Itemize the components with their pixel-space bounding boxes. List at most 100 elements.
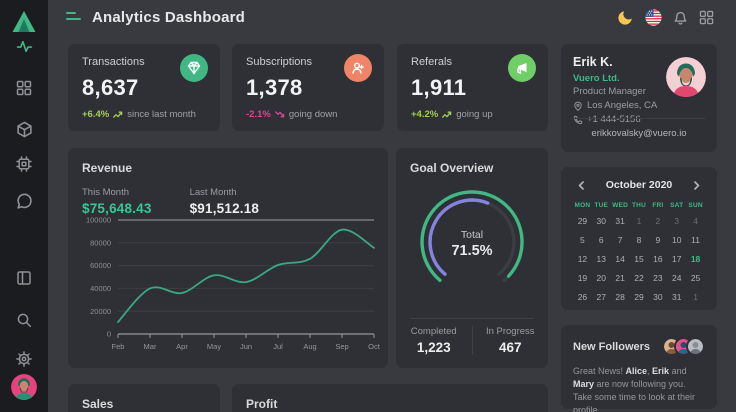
calendar-day[interactable]: 2 [648, 214, 667, 228]
calendar-day[interactable]: 3 [667, 214, 686, 228]
calendar-day[interactable]: 14 [611, 252, 630, 266]
calendar-day[interactable]: 1 [630, 214, 649, 228]
calendar-day[interactable]: 27 [592, 290, 611, 304]
analytics-dashboard-app: Analytics Dashboard Transactions [0, 0, 736, 412]
calendar-day[interactable]: 26 [573, 290, 592, 304]
map-pin-icon [573, 101, 583, 111]
calendar-next-icon[interactable] [689, 177, 705, 193]
calendar-day[interactable]: 22 [630, 271, 649, 285]
calendar-day[interactable]: 29 [573, 214, 592, 228]
calendar-day[interactable]: 15 [630, 252, 649, 266]
in-progress-value: 467 [473, 340, 549, 355]
profile-phone: +1 444-5156 [573, 114, 705, 125]
calendar-day[interactable]: 23 [648, 271, 667, 285]
revenue-line-chart: 020000400006000080000100000FebMarAprMayJ… [72, 210, 384, 362]
us-flag-icon[interactable] [644, 8, 662, 26]
calendar-day[interactable]: 20 [592, 271, 611, 285]
last-month-label: Last Month [190, 187, 260, 198]
gear-icon[interactable] [0, 349, 48, 369]
calendar-day[interactable]: 8 [630, 233, 649, 247]
calendar-weekday: TUE [592, 202, 611, 209]
stat-trend: +4.2% going up [411, 109, 534, 120]
new-followers-card: New Followers Great News! Alice, Erik an… [561, 325, 717, 409]
calendar-day[interactable]: 9 [648, 233, 667, 247]
calendar-day[interactable]: 11 [686, 233, 705, 247]
megaphone-icon [508, 54, 536, 82]
bell-icon[interactable] [671, 8, 689, 26]
svg-text:100000: 100000 [86, 216, 111, 225]
cpu-icon[interactable] [0, 154, 48, 174]
calendar-day[interactable]: 30 [592, 214, 611, 228]
svg-text:Jun: Jun [240, 342, 252, 351]
calendar-day[interactable]: 18 [686, 252, 705, 266]
follower-avatar[interactable] [686, 337, 705, 356]
calendar-day[interactable]: 12 [573, 252, 592, 266]
gauge-center-label: Total [461, 229, 483, 241]
svg-text:20000: 20000 [90, 307, 111, 316]
svg-text:Aug: Aug [303, 342, 316, 351]
goal-overview-card: Goal Overview Total 71.5% Completed 1,22… [396, 148, 548, 368]
page-title: Analytics Dashboard [92, 9, 245, 26]
referals-card: Referals 1,911 +4.2% going up [397, 44, 548, 131]
calendar-weekday: SAT [667, 202, 686, 209]
gem-icon [180, 54, 208, 82]
svg-text:May: May [207, 342, 221, 351]
profile-avatar[interactable] [666, 57, 706, 97]
goal-title: Goal Overview [410, 161, 534, 175]
calendar-day[interactable]: 6 [592, 233, 611, 247]
subscriptions-card: Subscriptions 1,378 -2.1% going down [232, 44, 384, 131]
svg-text:0: 0 [107, 330, 111, 339]
activity-icon[interactable] [0, 36, 48, 56]
box-icon[interactable] [0, 119, 48, 139]
calendar-day[interactable]: 1 [686, 290, 705, 304]
svg-text:Sep: Sep [335, 342, 348, 351]
profit-card: Profit [232, 384, 548, 412]
search-icon[interactable] [0, 310, 48, 330]
calendar-day[interactable]: 25 [686, 271, 705, 285]
in-progress-label: In Progress [473, 326, 549, 337]
profit-title: Profit [246, 397, 534, 411]
followers-message: Great News! Alice, Erik and Mary are now… [573, 365, 705, 412]
calendar-weekday: MON [573, 202, 592, 209]
calendar-day[interactable]: 10 [667, 233, 686, 247]
followers-title: New Followers [573, 341, 650, 353]
gauge-center-value: 71.5% [451, 243, 492, 259]
calendar-day[interactable]: 13 [592, 252, 611, 266]
calendar-day[interactable]: 31 [611, 214, 630, 228]
calendar-weekday: SUN [686, 202, 705, 209]
svg-text:40000: 40000 [90, 284, 111, 293]
goal-gauge-chart: Total 71.5% [402, 176, 542, 308]
svg-text:Apr: Apr [176, 342, 188, 351]
profile-email: erikkovalsky@vuero.io [561, 128, 717, 139]
trend-up-icon [442, 110, 452, 119]
goal-footer: Completed 1,223 In Progress 467 [396, 326, 548, 355]
stat-trend: -2.1% going down [246, 109, 370, 120]
divider [410, 318, 534, 319]
this-month-label: This Month [82, 187, 152, 198]
calendar-weekday: WED [611, 202, 630, 209]
chat-icon[interactable] [0, 191, 48, 211]
calendar-day[interactable]: 30 [648, 290, 667, 304]
revenue-card: Revenue This Month $75,648.43 Last Month… [68, 148, 388, 368]
trend-down-icon [275, 110, 285, 119]
calendar-day[interactable]: 31 [667, 290, 686, 304]
calendar-day[interactable]: 28 [611, 290, 630, 304]
dashboard-grid-icon[interactable] [0, 78, 48, 98]
sidebar-user-avatar[interactable] [11, 374, 37, 400]
layout-icon[interactable] [0, 268, 48, 288]
calendar-day[interactable]: 4 [686, 214, 705, 228]
calendar-prev-icon[interactable] [573, 177, 589, 193]
apps-grid-icon[interactable] [697, 8, 715, 26]
menu-icon[interactable] [66, 11, 82, 23]
calendar-day[interactable]: 7 [611, 233, 630, 247]
calendar-day[interactable]: 19 [573, 271, 592, 285]
moon-icon[interactable] [616, 8, 634, 26]
calendar-day[interactable]: 24 [667, 271, 686, 285]
calendar-day[interactable]: 17 [667, 252, 686, 266]
calendar-day[interactable]: 29 [630, 290, 649, 304]
svg-text:Mar: Mar [144, 342, 157, 351]
calendar-day[interactable]: 5 [573, 233, 592, 247]
calendar-day[interactable]: 21 [611, 271, 630, 285]
calendar-day[interactable]: 16 [648, 252, 667, 266]
svg-text:80000: 80000 [90, 238, 111, 247]
